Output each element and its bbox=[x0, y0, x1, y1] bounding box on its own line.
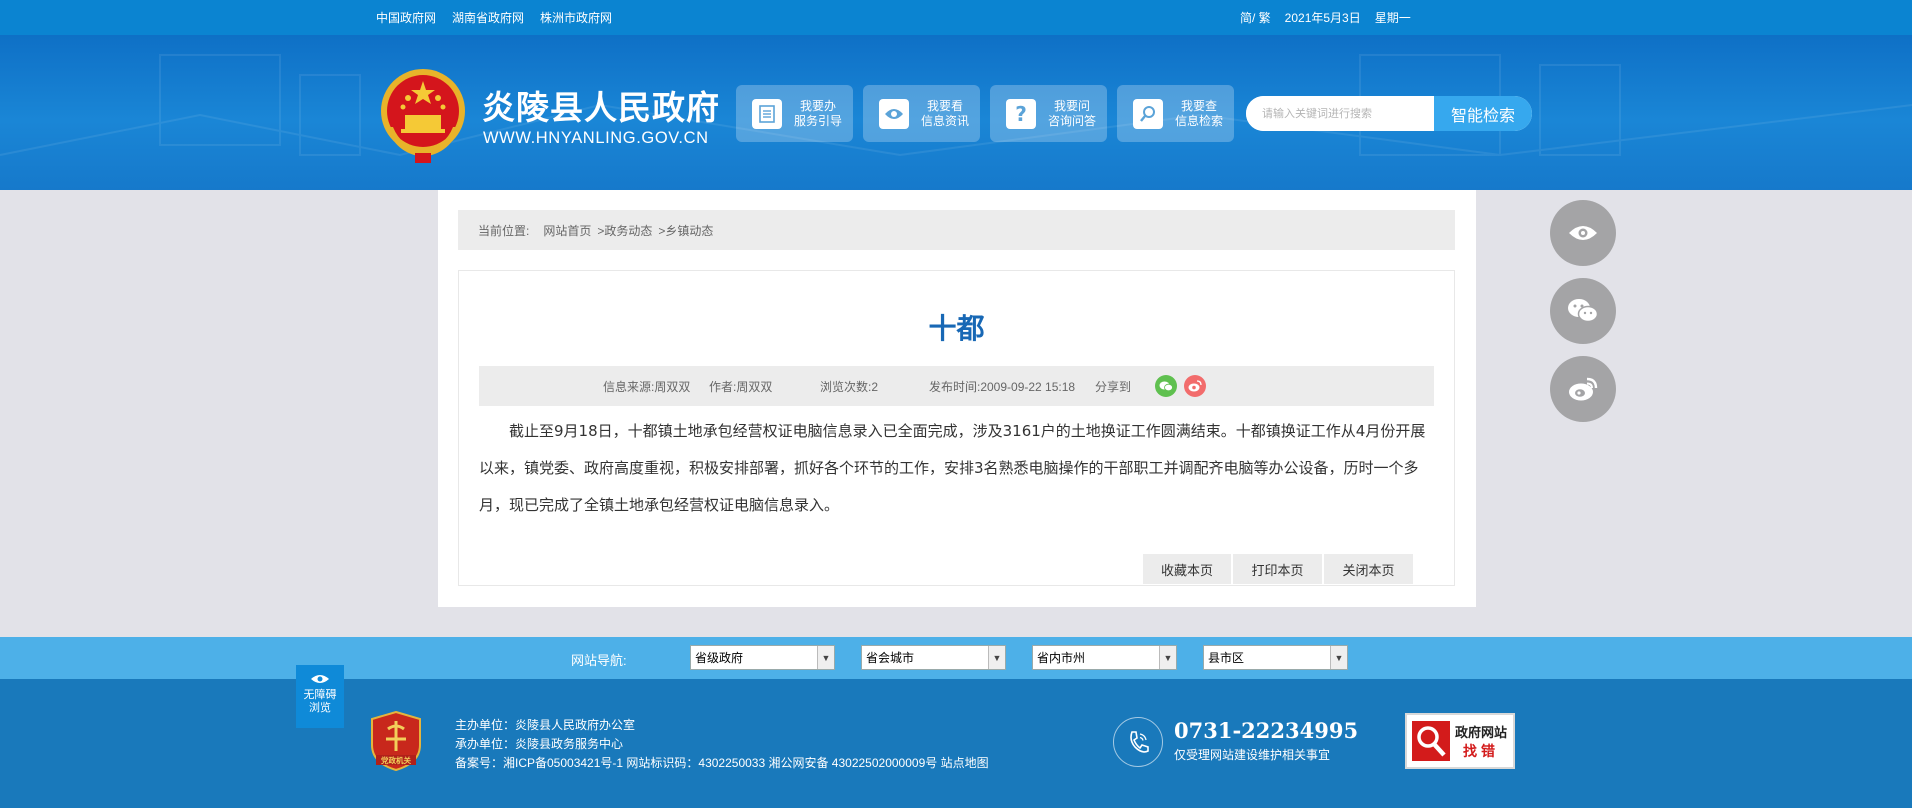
float-eye-button[interactable] bbox=[1550, 200, 1616, 266]
phone-icon bbox=[1113, 717, 1163, 767]
article-actions: 收藏本页 打印本页 关闭本页 bbox=[1143, 554, 1413, 584]
float-weibo-button[interactable] bbox=[1550, 356, 1616, 422]
national-emblem-icon bbox=[381, 69, 465, 163]
breadcrumb: 当前位置: 网站首页 >政务动态 >乡镇动态 bbox=[458, 210, 1455, 250]
float-wechat-button[interactable] bbox=[1550, 278, 1616, 344]
svg-text:党政机关: 党政机关 bbox=[381, 755, 411, 765]
footer-organizer: 承办单位：炎陵县政务服务中心 bbox=[455, 737, 624, 751]
chevron-down-icon: ▼ bbox=[1330, 646, 1347, 669]
magnifier-icon bbox=[1133, 98, 1163, 129]
findbug-label-bottom: 找错 bbox=[1463, 742, 1499, 759]
quick-link-info[interactable]: 我要看 信息资讯 bbox=[863, 85, 980, 142]
question-icon: ? bbox=[1006, 98, 1036, 129]
link-china-gov[interactable]: 中国政府网 bbox=[376, 9, 436, 26]
current-date: 2021年5月3日 bbox=[1284, 11, 1361, 25]
quick-link-service-guide[interactable]: 我要办 服务引导 bbox=[736, 85, 853, 142]
share-label: 分享到 bbox=[1095, 380, 1132, 394]
meta-published: 发布时间:2009-09-22 15:18 bbox=[929, 380, 1076, 394]
service-phone: 0731-22234995 bbox=[1174, 718, 1359, 743]
eye-icon bbox=[1569, 226, 1597, 240]
quick-link-label: 我要办 服务引导 bbox=[794, 98, 843, 128]
breadcrumb-town-news[interactable]: >乡镇动态 bbox=[658, 222, 713, 239]
footer-host: 主办单位：炎陵县人民政府办公室 bbox=[455, 718, 636, 732]
lang-switch[interactable]: 简/ 繁 bbox=[1240, 9, 1271, 26]
gov-site-find-error-button[interactable]: 政府网站 找错 bbox=[1405, 713, 1515, 769]
wechat-share-icon[interactable] bbox=[1155, 375, 1177, 397]
meta-author: 作者:周双双 bbox=[709, 380, 773, 394]
article: 十都 信息来源:周双双 作者:周双双 浏览次数:2 发布时间:2009-09-2… bbox=[458, 270, 1455, 586]
site-title[interactable]: 炎陵县人民政府 bbox=[482, 81, 720, 129]
quick-link-search[interactable]: 我要查 信息检索 bbox=[1117, 85, 1234, 142]
wechat-icon bbox=[1568, 299, 1599, 323]
select-prefecture-cities[interactable]: 省内市州 ▼ bbox=[1032, 645, 1177, 670]
weibo-share-icon[interactable] bbox=[1184, 375, 1206, 397]
quick-link-qa[interactable]: ? 我要问 咨询问答 bbox=[990, 85, 1107, 142]
select-counties[interactable]: 县市区 ▼ bbox=[1203, 645, 1348, 670]
accessibility-button[interactable]: 无障碍 浏览 bbox=[296, 665, 344, 728]
magnifier-icon bbox=[1412, 721, 1450, 761]
findbug-label-top: 政府网站 bbox=[1455, 724, 1508, 740]
current-weekday: 星期一 bbox=[1374, 11, 1411, 25]
top-bar: 中国政府网 湖南省政府网 株洲市政府网 简/ 繁 2021年5月3日 星期一 bbox=[0, 0, 1912, 35]
article-body: 截止至9月18日，十都镇土地承包经营权证电脑信息录入已全面完成，涉及3161户的… bbox=[479, 422, 1426, 514]
party-government-badge-icon[interactable]: 党政机关 bbox=[370, 711, 422, 771]
quick-link-label: 我要看 信息资讯 bbox=[921, 98, 970, 128]
footer-nav-label: 网站导航: bbox=[571, 653, 627, 668]
link-zhuzhou-gov[interactable]: 株洲市政府网 bbox=[540, 9, 612, 26]
chevron-down-icon: ▼ bbox=[1159, 646, 1176, 669]
document-icon bbox=[752, 98, 782, 129]
breadcrumb-label: 当前位置: bbox=[478, 223, 530, 238]
footer-nav: 网站导航: 省级政府 ▼ 省会城市 ▼ 省内市州 ▼ 县市区 ▼ bbox=[0, 637, 1912, 679]
meta-source: 信息来源:周双双 bbox=[603, 380, 691, 394]
select-capital-cities[interactable]: 省会城市 ▼ bbox=[861, 645, 1006, 670]
footer-record: 备案号：湘ICP备05003421号-1 网站标识码：4302250033 湘公… bbox=[455, 756, 989, 770]
breadcrumb-news[interactable]: >政务动态 bbox=[597, 222, 652, 239]
link-hunan-gov[interactable]: 湖南省政府网 bbox=[452, 9, 524, 26]
select-provincial-gov[interactable]: 省级政府 ▼ bbox=[690, 645, 835, 670]
print-button[interactable]: 打印本页 bbox=[1233, 554, 1322, 584]
bookmark-button[interactable]: 收藏本页 bbox=[1143, 554, 1231, 584]
meta-views: 浏览次数:2 bbox=[820, 380, 879, 394]
eye-icon bbox=[311, 675, 329, 683]
eye-icon bbox=[879, 98, 909, 129]
main-content: 当前位置: 网站首页 >政务动态 >乡镇动态 十都 信息来源:周双双 作者:周双… bbox=[438, 190, 1476, 607]
site-header: 炎陵县人民政府 WWW.HNYANLING.GOV.CN 我要办 服务引导 我要看… bbox=[0, 35, 1912, 190]
breadcrumb-home[interactable]: 网站首页 bbox=[543, 222, 591, 239]
quick-link-label: 我要问 咨询问答 bbox=[1048, 98, 1097, 128]
site-domain: WWW.HNYANLING.GOV.CN bbox=[483, 129, 709, 147]
chevron-down-icon: ▼ bbox=[817, 646, 834, 669]
phone-note: 仅受理网站建设维护相关事宜 bbox=[1174, 748, 1331, 762]
article-meta: 信息来源:周双双 作者:周双双 浏览次数:2 发布时间:2009-09-22 1… bbox=[479, 366, 1434, 406]
footer-info: 主办单位：炎陵县人民政府办公室 承办单位：炎陵县政务服务中心 备案号：湘ICP备… bbox=[455, 716, 989, 773]
weibo-icon bbox=[1569, 377, 1598, 401]
search-input[interactable] bbox=[1246, 96, 1434, 131]
chevron-down-icon: ▼ bbox=[988, 646, 1005, 669]
search-button[interactable]: 智能检索 bbox=[1434, 96, 1532, 131]
quick-link-label: 我要查 信息检索 bbox=[1175, 98, 1224, 128]
top-links: 中国政府网 湖南省政府网 株洲市政府网 bbox=[376, 0, 612, 35]
search-box: 智能检索 bbox=[1246, 96, 1532, 131]
top-right: 简/ 繁 2021年5月3日 星期一 bbox=[1240, 0, 1411, 35]
close-page-button[interactable]: 关闭本页 bbox=[1324, 554, 1413, 584]
article-title: 十都 bbox=[928, 312, 985, 345]
